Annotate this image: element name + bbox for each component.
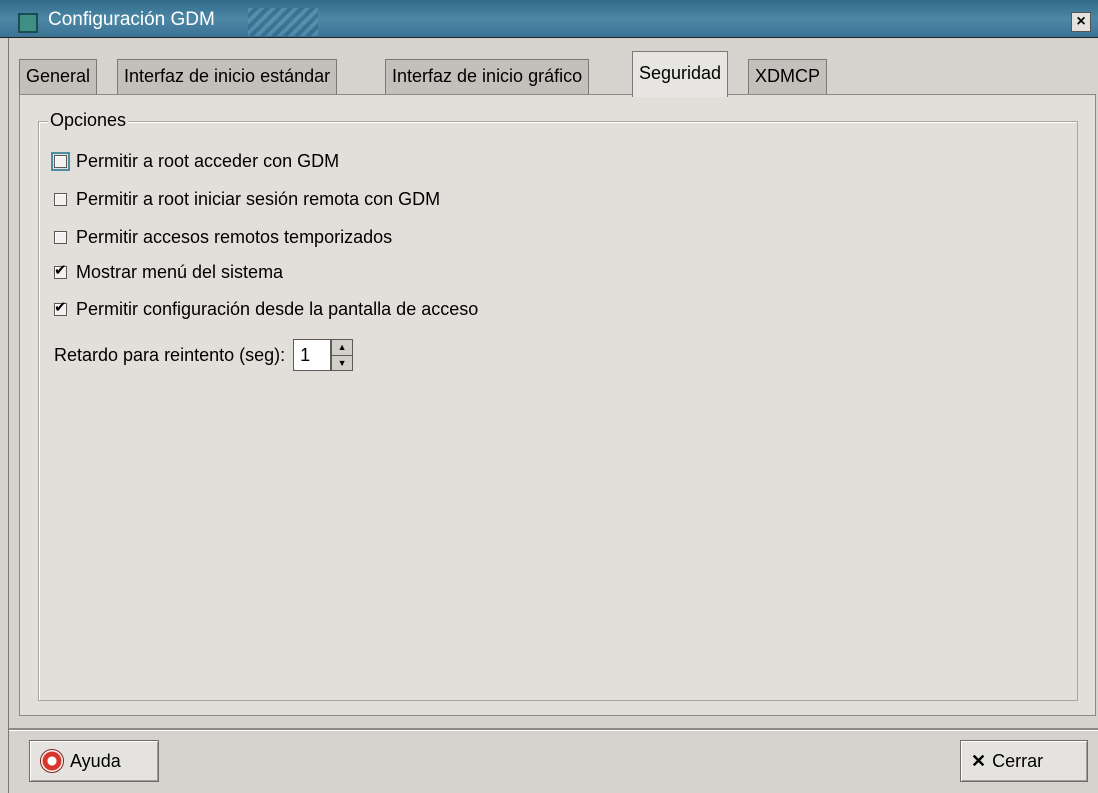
window-menu-icon[interactable] [18,13,38,33]
window-title: Configuración GDM [48,9,215,30]
tab-interfaz-grafico[interactable]: Interfaz de inicio gráfico [385,59,590,95]
tab-seguridad[interactable]: Seguridad [632,51,729,97]
checkmark-icon: ✔ [54,298,67,316]
window-close-button[interactable]: × [1071,12,1091,32]
checkbox-row-accesos-temporizados[interactable]: Permitir accesos remotos temporizados [54,224,392,250]
seguridad-panel: Opciones Permitir a root acceder con GDM… [19,94,1096,716]
tab-xdmcp[interactable]: XDMCP [748,59,828,95]
checkmark-icon: ✔ [54,261,67,279]
checkbox-row-root-acceder[interactable]: Permitir a root acceder con GDM [51,148,340,174]
checkbox-label: Permitir a root iniciar sesión remota co… [76,188,441,209]
close-button[interactable]: ✕ Cerrar [960,740,1088,782]
spin-up-icon[interactable]: ▲ [332,340,352,355]
retry-delay-label: Retardo para reintento (seg): [54,344,286,365]
help-lifebuoy-icon [40,749,64,773]
checkbox-row-root-remota[interactable]: Permitir a root iniciar sesión remota co… [54,186,440,212]
checkbox-label: Permitir a root acceder con GDM [76,150,340,171]
checkbox-row-menu-sistema[interactable]: ✔ Mostrar menú del sistema [54,259,283,285]
checkbox-label: Mostrar menú del sistema [76,261,284,282]
tab-general[interactable]: General [19,59,98,95]
checkbox-row-configuracion-acceso[interactable]: ✔ Permitir configuración desde la pantal… [54,296,478,322]
checkbox-configuracion-acceso[interactable]: ✔ [54,299,67,316]
retry-delay-input[interactable]: 1 [293,339,332,371]
action-bar-divider [9,728,1098,730]
help-button-label: Ayuda [70,750,121,771]
spin-down-icon[interactable]: ▼ [332,354,353,371]
close-x-icon: ✕ [971,750,987,771]
checkbox-accesos-temporizados[interactable] [54,230,67,244]
checkbox-menu-sistema[interactable]: ✔ [54,262,67,279]
checkbox-label: Permitir configuración desde la pantalla… [76,298,479,319]
retry-delay-row: Retardo para reintento (seg): 1 ▲ ▼ [54,339,354,371]
tab-interfaz-estandar[interactable]: Interfaz de inicio estándar [117,59,338,95]
retry-delay-spinner[interactable]: ▲ ▼ [331,339,354,371]
options-frame-label: Opciones [48,109,129,131]
checkbox-root-remota[interactable] [54,192,67,206]
close-button-label: Cerrar [992,750,1044,771]
checkbox-label: Permitir accesos remotos temporizados [76,226,393,247]
checkbox-root-acceder[interactable] [51,151,70,171]
titlebar-decoration [248,8,318,36]
help-button[interactable]: Ayuda [29,740,159,782]
window-titlebar[interactable]: Configuración GDM × [0,0,1098,38]
